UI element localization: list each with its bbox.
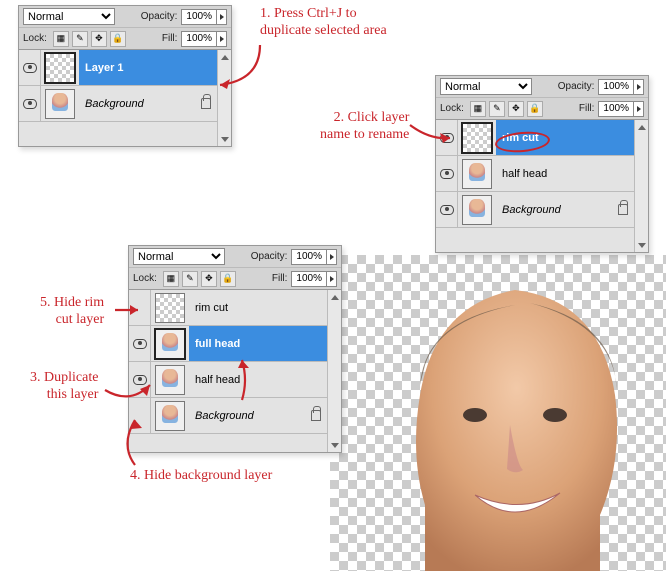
blend-mode-select[interactable]: Normal xyxy=(23,8,115,25)
eye-icon xyxy=(440,205,454,215)
lock-all-icon[interactable]: 🔒 xyxy=(527,101,543,117)
layer-name[interactable]: Background xyxy=(79,86,217,121)
opacity-label: Opacity: xyxy=(251,251,288,262)
blend-mode-select[interactable]: Normal xyxy=(440,78,532,95)
layer-thumbnail[interactable] xyxy=(155,365,185,395)
layer-row[interactable]: rim cut xyxy=(436,120,634,156)
layer-name[interactable]: half head xyxy=(189,362,327,397)
eye-icon xyxy=(133,375,147,385)
layer-name[interactable]: Background xyxy=(496,192,634,227)
eye-icon xyxy=(23,99,37,109)
fill-field[interactable]: 100% xyxy=(598,101,644,117)
layers-panel-2: Normal Opacity: 100% Lock: ▦ ✎ ✥ 🔒 Fill:… xyxy=(435,75,649,253)
annotation-2: 2. Click layer name to rename xyxy=(320,110,409,144)
lock-buttons[interactable]: ▦ ✎ ✥ 🔒 xyxy=(53,31,126,47)
visibility-toggle[interactable] xyxy=(129,398,151,433)
opacity-field[interactable]: 100% xyxy=(598,79,644,95)
opacity-label: Opacity: xyxy=(558,81,595,92)
lock-icon xyxy=(201,98,211,109)
layer-row[interactable]: Background xyxy=(19,86,217,122)
layer-row[interactable]: Background xyxy=(436,192,634,228)
layer-thumbnail[interactable] xyxy=(462,123,492,153)
annotation-3: 3. Duplicate this layer xyxy=(30,370,98,404)
scrollbar[interactable] xyxy=(327,290,341,452)
lock-position-icon[interactable]: ✥ xyxy=(201,271,217,287)
annotation-1: 1. Press Ctrl+J to duplicate selected ar… xyxy=(260,6,387,40)
opacity-field[interactable]: 100% xyxy=(291,249,337,265)
layer-row[interactable]: Layer 1 xyxy=(19,50,217,86)
lock-icon xyxy=(618,204,628,215)
lock-icon xyxy=(311,410,321,421)
visibility-toggle[interactable] xyxy=(129,290,151,325)
eye-icon xyxy=(440,169,454,179)
visibility-toggle[interactable] xyxy=(436,120,458,155)
lock-all-icon[interactable]: 🔒 xyxy=(110,31,126,47)
visibility-toggle[interactable] xyxy=(129,362,151,397)
fill-field[interactable]: 100% xyxy=(291,271,337,287)
fill-field[interactable]: 100% xyxy=(181,31,227,47)
layer-thumbnail[interactable] xyxy=(462,159,492,189)
visibility-toggle[interactable] xyxy=(19,50,41,85)
scrollbar[interactable] xyxy=(217,50,231,146)
visibility-toggle[interactable] xyxy=(129,326,151,361)
layer-row[interactable]: Background xyxy=(129,398,327,434)
annotation-5: 5. Hide rim cut layer xyxy=(40,295,104,329)
layer-thumbnail[interactable] xyxy=(155,401,185,431)
layer-name[interactable]: rim cut xyxy=(496,120,634,155)
fill-label: Fill: xyxy=(579,103,595,114)
opacity-field[interactable]: 100% xyxy=(181,9,227,25)
layer-row[interactable]: half head xyxy=(129,362,327,398)
eye-icon xyxy=(440,133,454,143)
layer-name[interactable]: Layer 1 xyxy=(79,50,217,85)
lock-position-icon[interactable]: ✥ xyxy=(508,101,524,117)
lock-buttons[interactable]: ▦ ✎ ✥ 🔒 xyxy=(163,271,236,287)
layer-row[interactable]: rim cut xyxy=(129,290,327,326)
fill-label: Fill: xyxy=(162,33,178,44)
lock-transparency-icon[interactable]: ▦ xyxy=(163,271,179,287)
layer-name[interactable]: full head xyxy=(189,326,327,361)
visibility-toggle[interactable] xyxy=(436,192,458,227)
layer-thumbnail[interactable] xyxy=(462,195,492,225)
lock-pixels-icon[interactable]: ✎ xyxy=(72,31,88,47)
layer-thumbnail[interactable] xyxy=(155,293,185,323)
scrollbar[interactable] xyxy=(634,120,648,252)
annotation-4: 4. Hide background layer xyxy=(130,468,272,485)
layer-row[interactable]: full head xyxy=(129,326,327,362)
layer-name[interactable]: half head xyxy=(496,156,634,191)
lock-label: Lock: xyxy=(133,273,157,284)
lock-pixels-icon[interactable]: ✎ xyxy=(182,271,198,287)
layer-thumbnail[interactable] xyxy=(45,89,75,119)
layer-row[interactable]: half head xyxy=(436,156,634,192)
lock-transparency-icon[interactable]: ▦ xyxy=(470,101,486,117)
layer-name[interactable]: Background xyxy=(189,398,327,433)
lock-label: Lock: xyxy=(23,33,47,44)
opacity-label: Opacity: xyxy=(141,11,178,22)
layers-panel-1: Normal Opacity: 100% Lock: ▦ ✎ ✥ 🔒 Fill:… xyxy=(18,5,232,147)
layer-name[interactable]: rim cut xyxy=(189,290,327,325)
blend-mode-select[interactable]: Normal xyxy=(133,248,225,265)
fill-label: Fill: xyxy=(272,273,288,284)
visibility-toggle[interactable] xyxy=(19,86,41,121)
layer-thumbnail[interactable] xyxy=(155,329,185,359)
lock-buttons[interactable]: ▦ ✎ ✥ 🔒 xyxy=(470,101,543,117)
layers-panel-3: Normal Opacity: 100% Lock: ▦ ✎ ✥ 🔒 Fill:… xyxy=(128,245,342,453)
lock-position-icon[interactable]: ✥ xyxy=(91,31,107,47)
lock-pixels-icon[interactable]: ✎ xyxy=(489,101,505,117)
lock-all-icon[interactable]: 🔒 xyxy=(220,271,236,287)
eye-icon xyxy=(23,63,37,73)
eye-icon xyxy=(133,339,147,349)
head-cutout-image xyxy=(365,265,665,571)
lock-transparency-icon[interactable]: ▦ xyxy=(53,31,69,47)
layer-thumbnail[interactable] xyxy=(45,53,75,83)
visibility-toggle[interactable] xyxy=(436,156,458,191)
lock-label: Lock: xyxy=(440,103,464,114)
